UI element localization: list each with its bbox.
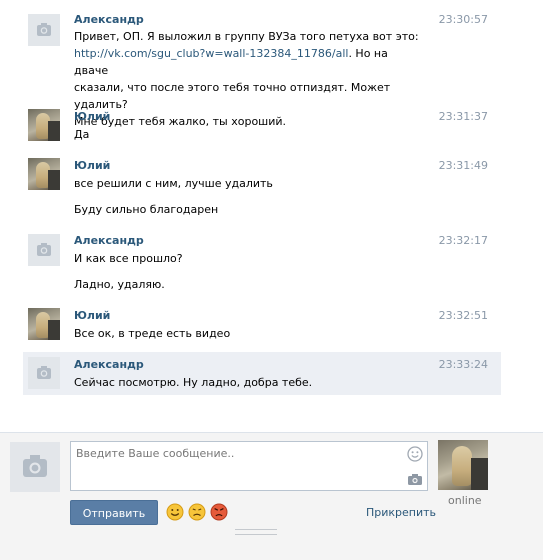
camera-icon bbox=[23, 455, 47, 477]
smile-icon[interactable] bbox=[407, 446, 423, 462]
message-link[interactable]: http://vk.com/sgu_club?w=wall-132384_117… bbox=[74, 47, 348, 60]
message-text: Все ок, в треде есть видео bbox=[74, 325, 419, 342]
message-composer: Введите Ваше сообщение.. online Отправит… bbox=[0, 432, 543, 560]
message: Юлий 23:32:51 Все ок, в треде есть видео bbox=[23, 303, 501, 347]
online-status: online bbox=[448, 494, 482, 507]
message: Юлий 23:31:37 Да bbox=[23, 104, 501, 148]
camera-placeholder-avatar[interactable] bbox=[28, 14, 60, 46]
attach-photo-icon[interactable] bbox=[407, 472, 423, 486]
message-author[interactable]: Юлий bbox=[74, 110, 110, 123]
message-input[interactable]: Введите Ваше сообщение.. bbox=[70, 441, 428, 491]
message-line: Буду сильно благодарен bbox=[74, 203, 219, 216]
camera-icon bbox=[37, 366, 51, 379]
message-line: Привет, ОП. Я выложил в группу ВУЗа того… bbox=[74, 30, 419, 43]
message-line: Да bbox=[74, 128, 90, 141]
user-avatar[interactable] bbox=[28, 308, 60, 340]
message-text: Сейчас посмотрю. Ну ладно, добра тебе. bbox=[74, 374, 419, 391]
camera-icon bbox=[37, 243, 51, 256]
angry-emoji-icon[interactable] bbox=[210, 503, 228, 521]
camera-icon bbox=[37, 23, 51, 36]
message-text: И как все прошло? Ладно, удаляю. bbox=[74, 250, 419, 293]
my-avatar[interactable] bbox=[438, 440, 488, 490]
user-avatar[interactable] bbox=[28, 109, 60, 141]
message-time[interactable]: 23:31:49 bbox=[439, 159, 488, 172]
message-line: http://vk.com/sgu_club?w=wall-132384_117… bbox=[74, 45, 419, 79]
message-author[interactable]: Александр bbox=[74, 234, 144, 247]
message-author[interactable]: Александр bbox=[74, 358, 144, 371]
message-highlighted: Александр 23:33:24 Сейчас посмотрю. Ну л… bbox=[23, 352, 501, 395]
user-avatar[interactable] bbox=[28, 158, 60, 190]
message-history[interactable]: Александр 23:30:57 Привет, ОП. Я выложил… bbox=[0, 0, 543, 432]
message-author[interactable]: Юлий bbox=[74, 159, 110, 172]
message: Александр 23:32:17 И как все прошло? Лад… bbox=[23, 228, 501, 300]
message-time[interactable]: 23:32:51 bbox=[439, 309, 488, 322]
message-line: все решили с ним, лучше удалить bbox=[74, 177, 273, 190]
worried-emoji-icon[interactable] bbox=[188, 503, 206, 521]
resize-handle[interactable] bbox=[235, 529, 277, 535]
message-author[interactable]: Александр bbox=[74, 13, 144, 26]
message-text: Да bbox=[74, 126, 419, 143]
message-time[interactable]: 23:31:37 bbox=[439, 110, 488, 123]
message-time[interactable]: 23:32:17 bbox=[439, 234, 488, 247]
message-line: Все ок, в треде есть видео bbox=[74, 327, 231, 340]
message: Александр 23:30:57 Привет, ОП. Я выложил… bbox=[23, 8, 501, 128]
attach-link[interactable]: Прикрепить bbox=[366, 506, 436, 519]
message-time[interactable]: 23:33:24 bbox=[439, 358, 488, 371]
message-author[interactable]: Юлий bbox=[74, 309, 110, 322]
message-line: Ладно, удаляю. bbox=[74, 278, 165, 291]
message: Юлий 23:31:49 все решили с ним, лучше уд… bbox=[23, 153, 501, 225]
message-input-placeholder: Введите Ваше сообщение.. bbox=[76, 447, 235, 460]
message-text: все решили с ним, лучше удалить Буду сил… bbox=[74, 175, 419, 218]
message-line: Сейчас посмотрю. Ну ладно, добра тебе. bbox=[74, 376, 313, 389]
camera-placeholder-avatar[interactable] bbox=[28, 234, 60, 266]
camera-placeholder-avatar bbox=[10, 442, 60, 492]
send-button[interactable]: Отправить bbox=[70, 500, 158, 525]
message-time[interactable]: 23:30:57 bbox=[439, 13, 488, 26]
camera-placeholder-avatar[interactable] bbox=[28, 357, 60, 389]
message-line: И как все прошло? bbox=[74, 252, 183, 265]
smile-emoji-icon[interactable] bbox=[166, 503, 184, 521]
